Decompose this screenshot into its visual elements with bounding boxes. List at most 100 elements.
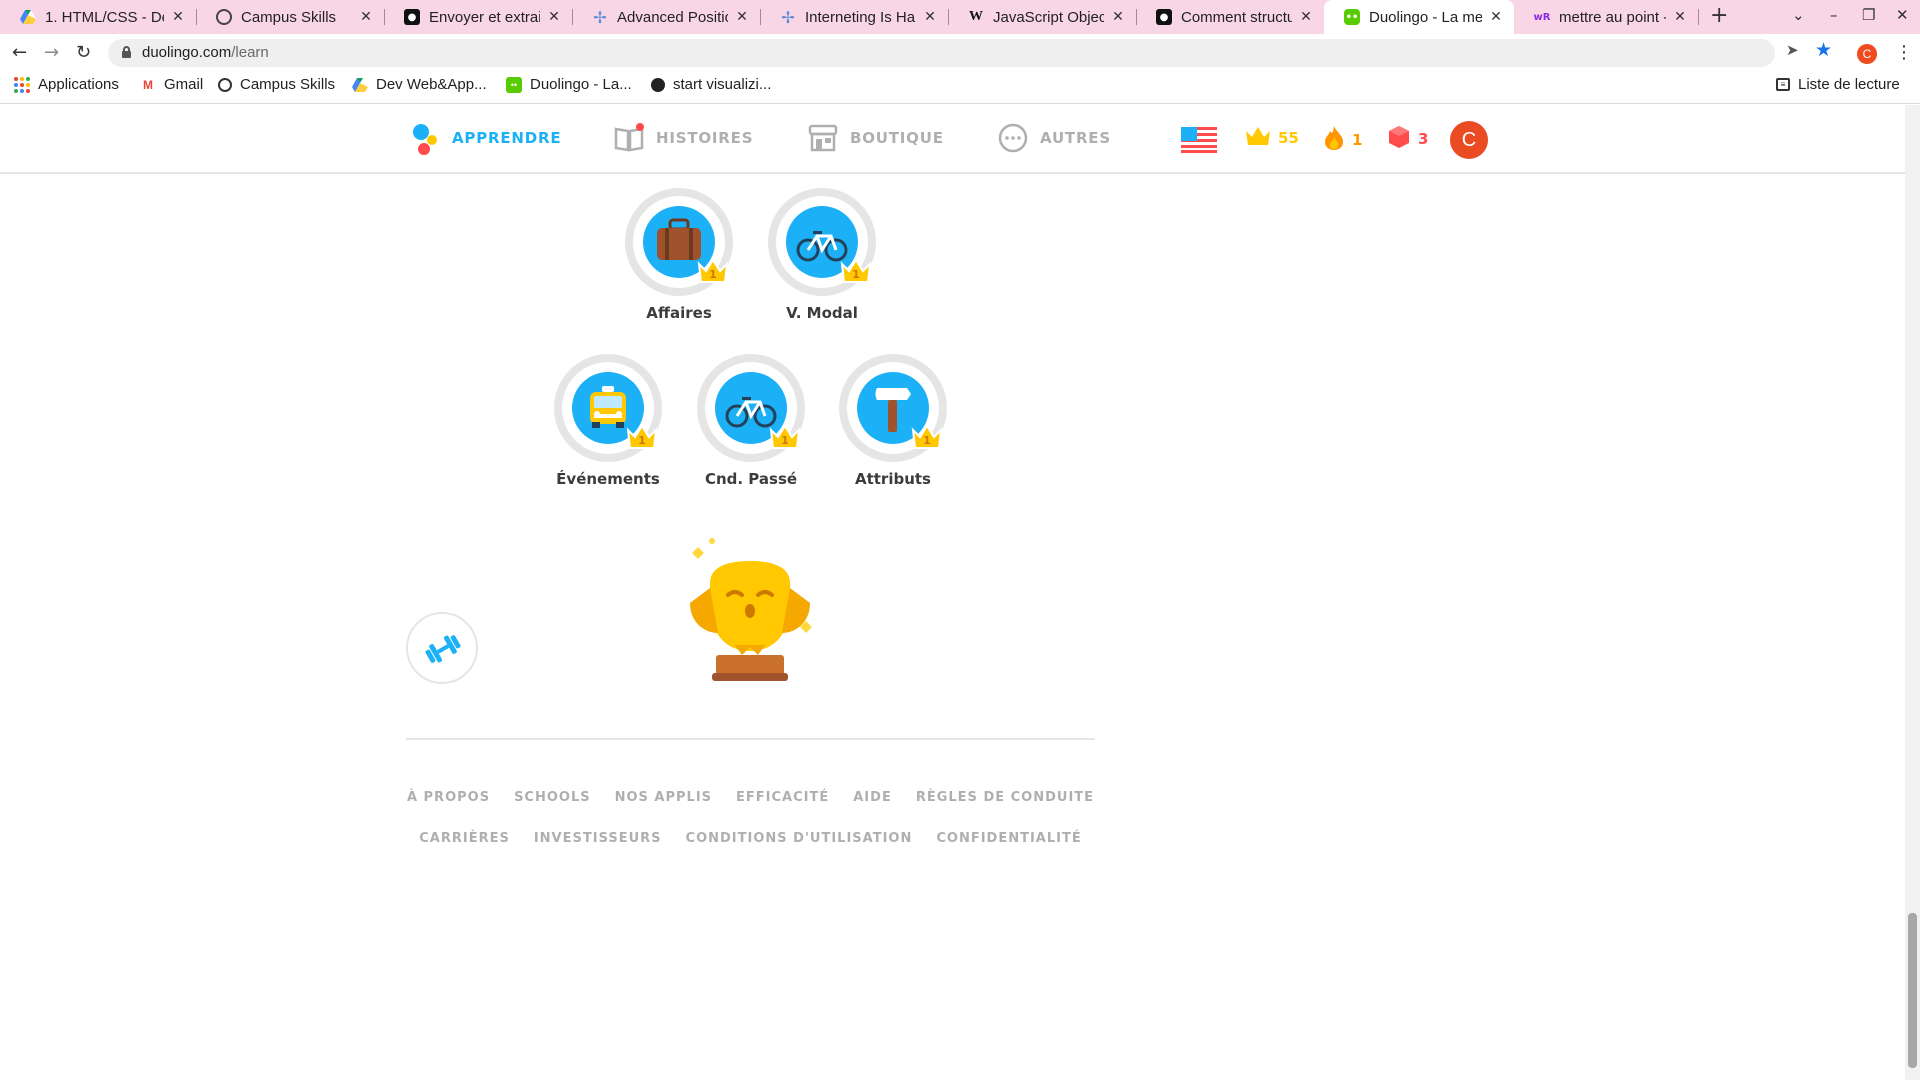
duolingo-icon: •• [506,76,522,93]
browser-tab[interactable]: ● Comment structurer ✕ [1136,0,1324,34]
footer-link-terms[interactable]: CONDITIONS D'UTILISATION [686,831,913,846]
skill-cnd-passe[interactable]: 1 Cnd. Passé [681,354,821,488]
wordreference-icon: wR [1533,11,1551,23]
crowns-counter[interactable]: 55 [1244,125,1299,151]
footer-link-apps[interactable]: NOS APPLIS [615,790,712,805]
browser-tab[interactable]: ✢ Interneting Is Hard ✕ [760,0,948,34]
learn-icon [410,123,440,155]
streak-counter[interactable]: 1 [1324,125,1362,155]
close-icon[interactable]: ✕ [922,9,938,25]
maximize-button[interactable]: ❐ [1862,6,1875,24]
nav-more[interactable]: AUTRES [998,123,1111,153]
skill-attributs[interactable]: 1 Attributs [823,354,963,488]
close-icon[interactable]: ✕ [1488,9,1504,25]
gmail-icon: M [143,77,153,92]
book-icon [614,123,644,153]
browser-tab[interactable]: W JavaScript Object ✕ [948,0,1136,34]
user-avatar[interactable]: C [1450,121,1488,159]
address-row: ← → ↻ duolingo.com/learn ➤ ★ C ⋮ [0,34,1920,70]
bookmarks-bar: Applications M Gmail Campus Skills Dev W… [0,70,1920,104]
globe-icon [651,77,665,92]
skill-affaires[interactable]: 1 Affaires [609,188,749,322]
close-icon[interactable]: ✕ [1110,9,1126,25]
google-drive-icon [20,9,36,25]
close-icon[interactable]: ✕ [546,9,562,25]
footer-links-row-2: CARRIÈRES INVESTISSEURS CONDITIONS D'UTI… [406,831,1095,846]
profile-button[interactable]: C [1857,44,1877,64]
gems-counter[interactable]: 3 [1388,125,1428,153]
close-icon[interactable]: ✕ [1672,9,1688,25]
skill-evenements[interactable]: 1 Événements [538,354,678,488]
duolingo-page: APPRENDRE HISTOIRES BOUTIQUE AUTRES 55 1… [0,105,1905,1080]
footer-links-row-1: À PROPOS SCHOOLS NOS APPLIS EFFICACITÉ A… [406,790,1095,805]
back-button[interactable]: ← [12,42,27,63]
close-icon[interactable]: ✕ [1298,9,1314,25]
crown-icon [1244,125,1272,151]
browser-tab[interactable]: 1. HTML/CSS - Dev ✕ [0,0,196,34]
bookmark-start-visualizing[interactable]: start visualizi... [651,76,771,93]
bookmark-campus-skills[interactable]: Campus Skills [218,76,335,93]
close-icon[interactable]: ✕ [734,9,750,25]
reading-list-button[interactable]: ≡ Liste de lecture [1776,76,1900,93]
crown-level-badge: 1 [697,258,729,286]
minimize-button[interactable]: – [1830,6,1838,24]
browser-tab[interactable]: ● Envoyer et extraire ✕ [384,0,572,34]
golden-owl-trophy[interactable] [680,533,820,689]
css-icon: ✢ [593,7,607,27]
address-bar[interactable]: duolingo.com/learn [108,39,1775,67]
gem-icon [1388,125,1410,153]
scrollbar-thumb[interactable] [1908,913,1917,1068]
footer-divider [406,738,1095,740]
footer-link-privacy[interactable]: CONFIDENTIALITÉ [936,831,1081,846]
footer-link-careers[interactable]: CARRIÈRES [419,831,510,846]
nav-shop[interactable]: BOUTIQUE [808,123,944,153]
browser-tab[interactable]: Campus Skills ✕ [196,0,384,34]
globe-icon [216,9,232,25]
footer-link-efficacy[interactable]: EFFICACITÉ [736,790,829,805]
bookmark-star-icon[interactable]: ★ [1815,39,1832,61]
google-drive-icon [352,77,368,93]
nav-learn[interactable]: APPRENDRE [410,123,561,155]
browser-tab-active[interactable]: •• Duolingo - La meilleure ✕ [1324,0,1514,34]
crown-level-badge: 1 [769,424,801,452]
close-icon[interactable]: ✕ [170,9,186,25]
browser-tab[interactable]: ✢ Advanced Position ✕ [572,0,760,34]
close-window-button[interactable]: ✕ [1896,6,1909,24]
page-scrollbar[interactable] [1905,105,1920,1080]
us-flag-icon[interactable] [1181,127,1217,157]
duolingo-icon: •• [1344,9,1360,25]
footer-link-guidelines[interactable]: RÈGLES DE CONDUITE [916,790,1094,805]
bookmark-duolingo[interactable]: •• Duolingo - La... [506,76,632,93]
browser-tab-bar: 1. HTML/CSS - Dev ✕ Campus Skills ✕ ● En… [0,0,1920,34]
nav-stories[interactable]: HISTOIRES [614,123,753,153]
bookmark-dev-web[interactable]: Dev Web&App... [352,76,487,93]
shop-icon [808,123,838,153]
browser-menu-icon[interactable]: ⋮ [1895,42,1913,63]
wikipedia-icon: W [969,9,983,24]
tab-search-icon[interactable]: ⌄ [1792,6,1805,24]
github-icon: ● [1156,9,1172,25]
new-tab-button[interactable]: + [1710,3,1728,28]
crown-level-badge: 1 [626,424,658,452]
footer-link-investors[interactable]: INVESTISSEURS [534,831,662,846]
practice-button[interactable] [406,612,478,684]
dumbbell-icon [422,630,464,672]
forward-button[interactable]: → [44,42,59,63]
github-icon: ● [404,9,420,25]
footer-link-about[interactable]: À PROPOS [407,790,490,805]
bookmark-applications[interactable]: Applications [14,76,119,93]
bookmark-gmail[interactable]: M Gmail [140,76,203,93]
reading-list-icon: ≡ [1776,78,1790,91]
browser-tab[interactable]: wR mettre au point - W ✕ [1514,0,1698,34]
skill-v-modal[interactable]: 1 V. Modal [752,188,892,322]
footer-link-help[interactable]: AIDE [853,790,892,805]
globe-icon [218,77,232,92]
footer-link-schools[interactable]: SCHOOLS [514,790,591,805]
css-icon: ✢ [781,7,795,27]
reload-button[interactable]: ↻ [76,42,91,63]
duolingo-header: APPRENDRE HISTOIRES BOUTIQUE AUTRES 55 1… [0,105,1905,174]
crown-level-badge: 1 [911,424,943,452]
send-icon[interactable]: ➤ [1786,41,1799,59]
close-icon[interactable]: ✕ [358,9,374,25]
more-icon [998,123,1028,153]
